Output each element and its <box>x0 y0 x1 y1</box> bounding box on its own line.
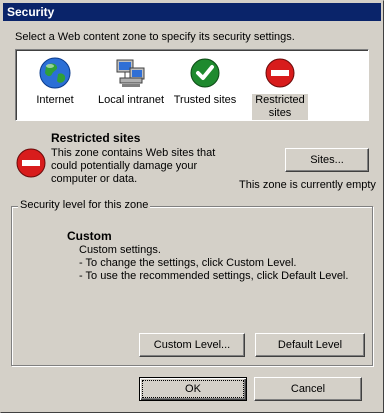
window-title: Security <box>7 5 55 19</box>
zone-label: Internet <box>36 94 74 106</box>
no-entry-icon <box>16 148 46 178</box>
network-computer-icon <box>116 59 145 87</box>
zone-internet[interactable]: Internet <box>22 52 88 118</box>
zone-label: Restricted sites <box>252 94 308 120</box>
no-entry-icon <box>265 58 295 88</box>
security-level-line: - To change the settings, click Custom L… <box>79 257 297 269</box>
zone-trusted-sites[interactable]: Trusted sites <box>172 52 238 118</box>
security-level-line: Custom settings. <box>79 244 161 256</box>
ok-button[interactable]: OK <box>139 377 247 401</box>
default-level-button[interactable]: Default Level <box>255 333 365 357</box>
zone-label: Trusted sites <box>173 94 237 106</box>
custom-level-button-label: Custom Level... <box>153 339 231 351</box>
zone-restricted-sites[interactable]: Restricted sites <box>252 52 308 120</box>
zone-list: Internet Local intranet Trusted sites Re… <box>15 49 369 121</box>
security-level-group-label: Security level for this zone <box>18 199 151 211</box>
cancel-button-label: Cancel <box>290 383 326 395</box>
default-level-button-label: Default Level <box>277 339 343 351</box>
ok-button-label: OK <box>185 383 201 395</box>
selected-zone-title: Restricted sites <box>51 131 141 145</box>
security-level-line: - To use the recommended settings, click… <box>79 270 349 282</box>
selected-zone-description: This zone contains Web sites that could … <box>51 147 216 185</box>
sites-button-label: Sites... <box>310 154 344 166</box>
sites-button[interactable]: Sites... <box>285 148 369 172</box>
zone-instruction: Select a Web content zone to specify its… <box>15 31 295 43</box>
zone-local-intranet[interactable]: Local intranet <box>94 52 168 118</box>
security-level-title: Custom <box>67 229 112 243</box>
custom-level-button[interactable]: Custom Level... <box>139 333 245 357</box>
security-level-description: Custom settings. - To change the setting… <box>79 244 348 283</box>
checkmark-icon <box>190 58 220 88</box>
cancel-button[interactable]: Cancel <box>254 377 362 401</box>
security-dialog: Security Select a Web content zone to sp… <box>0 0 384 413</box>
title-bar[interactable]: Security <box>3 3 381 21</box>
zone-label: Local intranet <box>97 94 165 106</box>
globe-icon <box>39 57 71 89</box>
zone-status: This zone is currently empty <box>239 179 376 191</box>
